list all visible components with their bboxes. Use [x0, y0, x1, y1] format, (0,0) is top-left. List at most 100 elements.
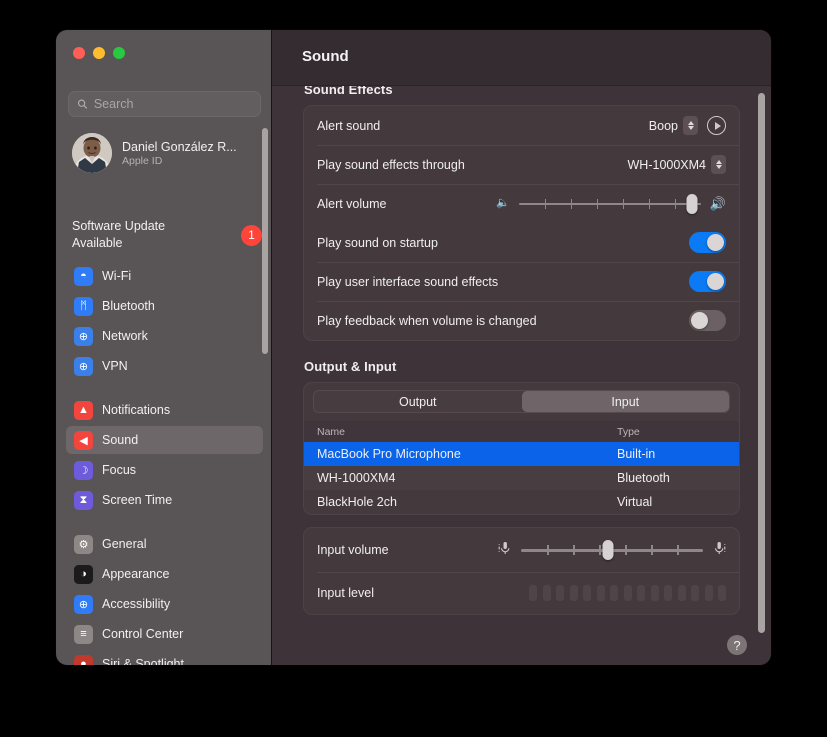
sidebar-item-label: VPN — [102, 359, 128, 373]
sidebar-item-label: Siri & Spotlight — [102, 657, 184, 665]
level-segment — [678, 585, 686, 601]
sidebar-item-label: Focus — [102, 463, 136, 477]
help-button[interactable]: ? — [727, 635, 747, 655]
control-center-icon: ≡ — [74, 625, 93, 644]
tab-output[interactable]: Output — [314, 391, 522, 412]
software-update-label: Software Update Available — [72, 218, 192, 252]
slider-tick — [599, 545, 601, 555]
sound-speaker-icon: ◀ — [74, 431, 93, 450]
avatar — [72, 133, 112, 173]
play-alert-sound-button[interactable] — [707, 116, 726, 135]
play-through-popup[interactable]: WH-1000XM4 — [628, 155, 727, 174]
sidebar-item-bluetooth[interactable]: ᛗBluetooth — [66, 292, 263, 320]
toggle-label: Play feedback when volume is changed — [317, 314, 689, 328]
sidebar-group-separator — [66, 516, 263, 530]
sidebar-item-label: Accessibility — [102, 597, 170, 611]
device-table: MacBook Pro MicrophoneBuilt-inWH-1000XM4… — [304, 442, 739, 514]
tab-input[interactable]: Input — [522, 391, 730, 412]
device-type: Bluetooth — [617, 471, 670, 485]
search-field[interactable] — [68, 91, 261, 117]
sidebar-item-label: Screen Time — [102, 493, 172, 507]
sidebar-item-network[interactable]: ⊕Network — [66, 322, 263, 350]
input-volume-label: Input volume — [317, 543, 498, 557]
sidebar-item-vpn[interactable]: ⊕ VPN — [66, 352, 263, 380]
toggle-label: Play user interface sound effects — [317, 275, 689, 289]
slider-tick — [573, 545, 575, 555]
sidebar-item-label: Notifications — [102, 403, 170, 417]
page-title: Sound — [302, 48, 349, 65]
sidebar-item-appearance[interactable]: ◑ Appearance — [66, 560, 263, 588]
sidebar-item-screen-time[interactable]: ⧗ Screen Time — [66, 486, 263, 514]
toggle-row-play-feedback-when-volume-is-changed: Play feedback when volume is changed — [304, 301, 739, 340]
output-input-card: OutputInput Name Type MacBook Pro Microp… — [303, 382, 740, 515]
sound-effects-card: Alert sound Boop Play sound effects thro… — [303, 105, 740, 341]
slider-knob[interactable] — [686, 194, 697, 214]
alert-volume-slider[interactable] — [519, 195, 701, 213]
toggle-play-sound-on-startup[interactable] — [689, 232, 726, 253]
level-segment — [691, 585, 699, 601]
sidebar-item-notifications[interactable]: ▲ Notifications — [66, 396, 263, 424]
bluetooth-icon: ᛗ — [74, 297, 93, 316]
sidebar-item-sound[interactable]: ◀Sound — [66, 426, 263, 454]
play-sound-effects-through-row[interactable]: Play sound effects through WH-1000XM4 — [304, 145, 739, 184]
zoom-button[interactable] — [113, 47, 125, 59]
slider-knob[interactable] — [603, 540, 614, 560]
minimize-button[interactable] — [93, 47, 105, 59]
alert-sound-row[interactable]: Alert sound Boop — [304, 106, 739, 145]
sidebar-item-control-center[interactable]: ≡ Control Center — [66, 620, 263, 648]
slider-tick — [623, 199, 625, 209]
focus-moon-icon: ☽ — [74, 461, 93, 480]
chevron-updown-icon[interactable] — [683, 116, 698, 135]
chevron-updown-icon[interactable] — [711, 155, 726, 174]
sidebar-item-focus[interactable]: ☽ Focus — [66, 456, 263, 484]
sidebar-item-siri-spotlight[interactable]: ●Siri & Spotlight — [66, 650, 263, 665]
content-scrollbar[interactable] — [758, 93, 765, 633]
play-through-value: WH-1000XM4 — [628, 158, 707, 172]
search-input[interactable] — [94, 97, 252, 111]
sidebar-nav: ◓Wi-FiᛗBluetooth⊕Network ⊕ VPN ▲ Notificatio… — [66, 262, 263, 665]
alert-sound-value: Boop — [649, 119, 678, 133]
close-button[interactable] — [73, 47, 85, 59]
device-type: Virtual — [617, 495, 652, 509]
table-row[interactable]: MacBook Pro MicrophoneBuilt-in — [304, 442, 739, 466]
vpn-globe-icon: ⊕ — [74, 357, 93, 376]
slider-tick — [651, 545, 653, 555]
speaker-min-icon: 🔈 — [496, 198, 510, 209]
microphone-min-icon — [498, 540, 512, 561]
sidebar-scrollbar[interactable] — [262, 128, 268, 354]
sidebar-item-accessibility[interactable]: ⊕Accessibility — [66, 590, 263, 618]
appearance-contrast-icon: ◑ — [74, 565, 93, 584]
content-pane: Sound Effects Alert sound Boop Play soun… — [272, 30, 771, 665]
slider-tick — [545, 199, 547, 209]
sidebar: Daniel González R... Apple ID Software U… — [56, 30, 272, 665]
search-icon — [77, 98, 88, 110]
sidebar-item-wi-fi[interactable]: ◓Wi-Fi — [66, 262, 263, 290]
sidebar-item-general[interactable]: ⚙General — [66, 530, 263, 558]
wifi-icon: ◓ — [74, 267, 93, 286]
device-type: Built-in — [617, 447, 655, 461]
screen-time-hourglass-icon: ⧗ — [74, 491, 93, 510]
sidebar-item-label: Appearance — [102, 567, 169, 581]
toggle-play-user-interface-sound-effects[interactable] — [689, 271, 726, 292]
play-through-label: Play sound effects through — [317, 158, 628, 172]
level-segment — [624, 585, 632, 601]
slider-tick — [625, 545, 627, 555]
input-volume-slider[interactable] — [521, 541, 703, 559]
toggle-play-feedback-when-volume-is-changed[interactable] — [689, 310, 726, 331]
software-update-row[interactable]: Software Update Available 1 — [72, 218, 262, 252]
toggle-row-play-user-interface-sound-effects: Play user interface sound effects — [304, 262, 739, 301]
account-row[interactable]: Daniel González R... Apple ID — [68, 128, 261, 178]
level-segment — [556, 585, 564, 601]
traffic-lights — [73, 47, 125, 59]
software-update-badge: 1 — [241, 225, 262, 246]
section-title-output-input: Output & Input — [304, 359, 740, 374]
alert-sound-popup[interactable]: Boop — [649, 116, 698, 135]
alert-sound-label: Alert sound — [317, 119, 649, 133]
table-row[interactable]: WH-1000XM4Bluetooth — [304, 466, 739, 490]
toggle-label: Play sound on startup — [317, 236, 689, 250]
level-segment — [529, 585, 537, 601]
sidebar-item-label: Control Center — [102, 627, 183, 641]
notifications-bell-icon: ▲ — [74, 401, 93, 420]
device-table-header: Name Type — [304, 421, 739, 442]
table-row[interactable]: BlackHole 2chVirtual — [304, 490, 739, 514]
